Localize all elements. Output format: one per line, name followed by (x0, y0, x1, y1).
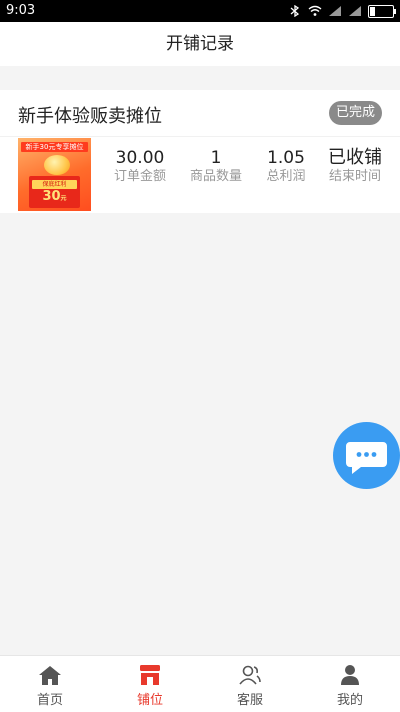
chat-button[interactable] (333, 422, 400, 489)
record-header: 新手体验贩卖摊位 已完成 (0, 90, 400, 137)
tab-profile[interactable]: 我的 (300, 656, 400, 712)
stat-label: 结束时间 (328, 169, 381, 184)
stat-label: 商品数量 (189, 169, 242, 184)
thumbnail-amount: 30元 (42, 189, 67, 204)
stat-label: 订单金额 (113, 169, 166, 184)
bluetooth-icon (290, 5, 300, 17)
signal-icon-2 (349, 6, 361, 16)
stat-value: 已收铺 (328, 147, 382, 168)
stat-order-amount: 30.00 订单金额 (108, 148, 172, 186)
tab-label: 我的 (336, 693, 363, 708)
chat-bubble-icon (346, 442, 387, 474)
tab-label: 首页 (36, 693, 63, 708)
thumbnail-banner: 新手30元专享摊位 (21, 142, 88, 152)
tab-home[interactable]: 首页 (0, 656, 100, 712)
tab-label: 客服 (236, 693, 263, 708)
tab-shop[interactable]: 铺位 (100, 656, 200, 712)
shop-icon (140, 665, 160, 685)
stat-value: 30.00 (115, 148, 165, 168)
stat-label: 总利润 (266, 169, 306, 184)
nav-bar: 开铺记录 (0, 22, 400, 66)
tab-bar: 首页 铺位 客服 我的 (0, 655, 400, 712)
stat-end-time: 已收铺 结束时间 (324, 148, 386, 186)
status-bar: 9:03 (0, 0, 400, 22)
status-time: 9:03 (6, 3, 36, 18)
battery-icon (368, 4, 396, 18)
tab-label: 铺位 (136, 693, 163, 708)
thumbnail-label: 保底红利 (32, 180, 77, 189)
status-badge: 已完成 (328, 101, 382, 125)
wifi-icon (308, 5, 322, 16)
record-thumbnail: 新手30元专享摊位 保底红利 30元 (18, 138, 91, 211)
stat-value: 1 (210, 148, 222, 168)
coin-icon (44, 155, 70, 175)
record-card[interactable]: 新手体验贩卖摊位 已完成 新手30元专享摊位 保底红利 30元 30.00 订单… (0, 90, 400, 213)
profile-icon (341, 665, 359, 685)
page-title: 开铺记录 (166, 34, 234, 54)
status-icons (288, 3, 396, 19)
stat-total-profit: 1.05 总利润 (258, 148, 314, 186)
signal-icon (329, 6, 341, 16)
home-icon (39, 666, 61, 685)
stat-item-count: 1 商品数量 (184, 148, 248, 186)
stat-value: 1.05 (267, 148, 305, 168)
record-title: 新手体验贩卖摊位 (18, 106, 162, 127)
tab-service[interactable]: 客服 (200, 656, 300, 712)
customer-service-icon (239, 665, 261, 685)
